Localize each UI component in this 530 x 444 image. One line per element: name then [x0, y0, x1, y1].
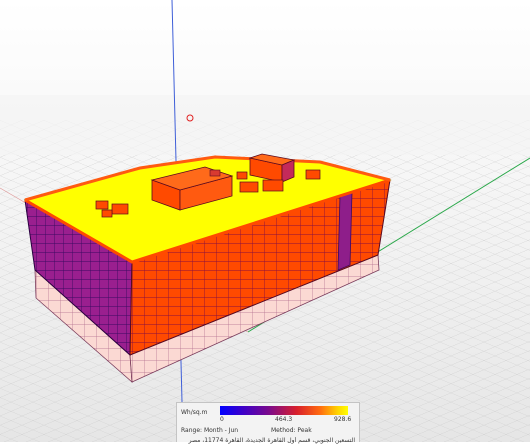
facade-south-strip [337, 191, 353, 271]
rooftop-box-5 [111, 203, 129, 215]
rooftop-box-7 [305, 169, 321, 180]
legend-unit: Wh/sq.m [181, 409, 208, 416]
legend-max: 928.6 [334, 416, 352, 423]
rooftop-vent [209, 169, 221, 177]
legend-method: Method: Peak [271, 427, 312, 434]
legend-min: 0 [220, 416, 224, 423]
legend-range: Range: Month - Jun [181, 427, 239, 434]
rooftop-box-4 [95, 200, 109, 210]
horizon-fade [0, 95, 530, 155]
3d-viewport[interactable] [0, 0, 530, 442]
legend-color-bar [220, 406, 348, 415]
legend-address: التسعين الجنوبي، قسم أول القاهرة الجديدة… [188, 437, 355, 444]
rooftop-box-6 [101, 209, 113, 218]
legend-mid: 464.3 [275, 416, 293, 423]
rooftop-box-1 [239, 181, 259, 193]
color-legend: Wh/sq.m 0 464.3 928.6 Range: Month - Jun… [176, 402, 360, 444]
rooftop-box-3 [236, 171, 248, 180]
rooftop-box-2 [262, 179, 284, 192]
